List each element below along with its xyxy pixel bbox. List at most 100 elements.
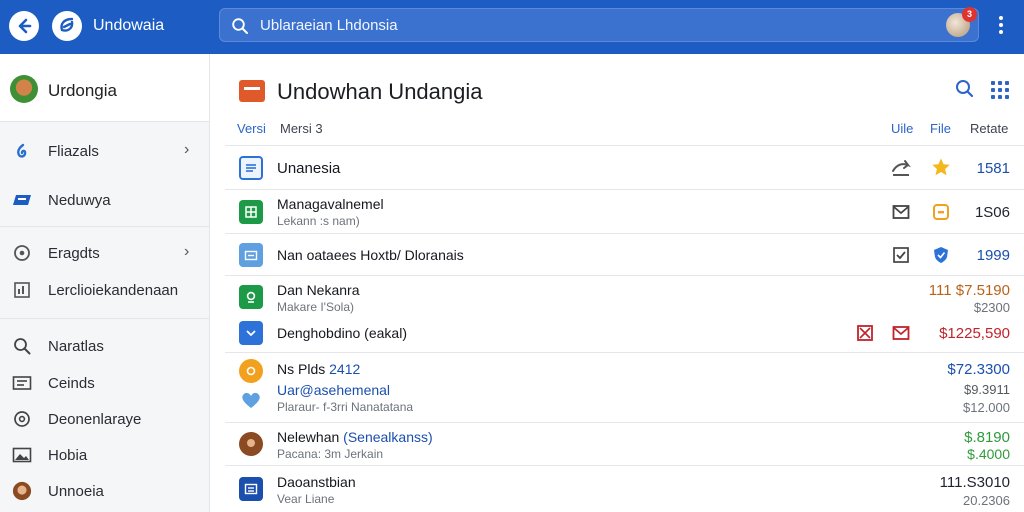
sidebar-item-label: Lerclioiekandenaan <box>48 282 179 299</box>
row-subtitle: Vear Liane <box>277 492 335 506</box>
column-header-retate[interactable]: Retate <box>970 121 1008 136</box>
row-value: $72.3300 <box>947 361 1010 378</box>
row-value-secondary: $9.3911 <box>963 382 1010 397</box>
sidebar-item-lerclioiekandenaan[interactable]: Lerclioiekandenaan <box>0 273 209 307</box>
table-row[interactable]: Nan oataees Hoxtb/ Dloranais 1999 <box>225 233 1024 275</box>
avatar-icon <box>12 481 32 501</box>
sidebar-user-name: Urdongia <box>48 81 117 100</box>
chevron-right-icon: › <box>184 141 190 158</box>
row-value-secondary: $.4000 <box>967 446 1010 462</box>
coin-icon <box>239 359 263 383</box>
row-subtitle: Makare I'Sola) <box>277 300 354 314</box>
page-title: Undowhan Undangia <box>277 79 483 104</box>
row-value-secondary: $2300 <box>973 300 1010 315</box>
row-value: 1S06 <box>974 204 1010 221</box>
image-icon <box>12 446 32 464</box>
column-header-mersi[interactable]: Mersi 3 <box>280 121 323 136</box>
sidebar-item-neduwya[interactable]: Neduwya <box>0 183 209 217</box>
sidebar-divider <box>0 318 209 319</box>
sidebar-item-label: Neduwya <box>48 192 111 209</box>
app-logo-icon <box>52 11 82 41</box>
chart-icon <box>12 281 32 299</box>
row-value-secondary: $12.000 <box>963 400 1010 415</box>
row-title: Dan Nekanra <box>277 282 360 298</box>
search-icon <box>232 18 248 34</box>
sidebar-user[interactable]: Urdongia <box>0 54 209 122</box>
table-row[interactable]: Nelewhan (Senealkanss) Pacana: 3m Jerkai… <box>225 422 1024 464</box>
avatar <box>10 75 38 103</box>
sheet-icon <box>239 200 263 224</box>
row-title: Managavalnemel <box>277 196 384 212</box>
sidebar-item-fliazals[interactable]: Fliazals › <box>0 134 209 168</box>
checkbox-icon[interactable] <box>891 245 911 265</box>
row-subtitle: Plaraur- f-3rri Nanatatana <box>277 400 414 414</box>
sidebar-item-deonenlaraye[interactable]: Deonenlaraye <box>0 402 209 436</box>
row-value: 1581 <box>976 160 1010 177</box>
sidebar-item-label: Fliazals <box>48 143 99 160</box>
star-icon[interactable] <box>931 157 951 177</box>
sidebar-item-label: Deonenlaraye <box>48 411 142 428</box>
table-row[interactable]: Uar@asehemenal Plaraur- f-3rri Nanatatan… <box>225 382 1024 420</box>
row-title: Denghobdino (eakal) <box>277 325 407 341</box>
calendar-icon <box>239 477 263 501</box>
inbox-icon <box>239 321 263 345</box>
document-icon <box>239 156 263 180</box>
sidebar-item-naratlas[interactable]: Naratlas <box>0 329 209 363</box>
table-row[interactable]: Unanesia 1581 <box>225 145 1024 189</box>
row-value-secondary: 20.2306 <box>963 493 1010 508</box>
sidebar-item-ceinds[interactable]: Ceinds <box>0 366 209 400</box>
row-title: Nan oataees Hoxtb/ Dloranais <box>277 247 464 263</box>
heart-icon <box>239 388 263 412</box>
row-subtitle: Lekann :s nam) <box>277 214 360 228</box>
sidebar-item-label: Ceinds <box>48 375 95 392</box>
clock-icon <box>12 244 32 262</box>
search-icon <box>12 337 32 355</box>
flag-icon <box>12 191 32 209</box>
shield-icon[interactable] <box>931 245 951 265</box>
main-content: Undowhan Undangia Versi Mersi 3 Uile Fil… <box>211 54 1024 512</box>
row-title: Nelewhan (Senealkanss) <box>277 429 433 445</box>
sidebar-item-unnoeia[interactable]: Unnoeia <box>0 474 209 508</box>
row-title: Ns Plds 2412 <box>277 361 361 377</box>
sidebar-item-eragdts[interactable]: Eragdts › <box>0 236 209 270</box>
search-input-text[interactable]: Ublaraeian Lhdonsia <box>260 17 398 34</box>
row-title: Daoanstbian <box>277 474 356 490</box>
column-header-versi[interactable]: Versi <box>237 121 266 136</box>
sidebar-item-label: Eragdts <box>48 245 100 262</box>
sidebar-item-hobia[interactable]: Hobia <box>0 438 209 472</box>
search-bar[interactable]: Ublaraeian Lhdonsia <box>219 8 979 42</box>
grid-view-icon[interactable] <box>991 81 1009 99</box>
row-value: $.8190 <box>964 429 1010 446</box>
mail-icon <box>239 80 265 102</box>
mail-icon[interactable] <box>891 323 911 343</box>
back-arrow-icon[interactable] <box>9 11 39 41</box>
avatar <box>239 432 263 456</box>
row-subtitle: Pacana: 3m Jerkain <box>277 447 384 461</box>
row-value: 1999 <box>976 247 1010 264</box>
sidebar-item-label: Hobia <box>48 447 88 464</box>
share-icon[interactable] <box>891 158 911 178</box>
column-header-uile[interactable]: Uile <box>891 121 913 136</box>
table-row[interactable]: Dan Nekanra Makare I'Sola) 111 $7.5190 $… <box>225 275 1024 317</box>
table-row[interactable]: Denghobdino (eakal) $1225,590 <box>225 317 1024 351</box>
folder-icon <box>239 243 263 267</box>
table-row[interactable]: Daoanstbian Vear Liane 111.S3010 20.2306 <box>225 465 1024 512</box>
mail-icon[interactable] <box>891 202 911 222</box>
contact-icon <box>239 285 263 309</box>
app-title: Undowaia <box>93 17 165 34</box>
sidebar-item-label: Naratlas <box>48 338 104 355</box>
sidebar-divider <box>0 226 209 227</box>
calendar-icon[interactable] <box>931 202 951 222</box>
top-app-bar: Undowaia Ublaraeian Lhdonsia 3 <box>0 0 1024 54</box>
table-row[interactable]: Managavalnemel Lekann :s nam) 1S06 <box>225 189 1024 233</box>
sidebar-item-label: Unnoeia <box>48 483 104 500</box>
more-vertical-icon[interactable] <box>994 14 1008 38</box>
notification-badge: 3 <box>962 7 977 22</box>
row-value: 111.S3010 <box>939 474 1010 491</box>
bookmark-icon[interactable] <box>855 323 875 343</box>
column-header-file[interactable]: File <box>930 121 951 136</box>
search-icon[interactable] <box>953 77 977 101</box>
table-row[interactable]: Ns Plds 2412 $72.3300 <box>225 352 1024 383</box>
drop-icon <box>12 142 32 160</box>
row-value: $1225,590 <box>939 325 1010 342</box>
